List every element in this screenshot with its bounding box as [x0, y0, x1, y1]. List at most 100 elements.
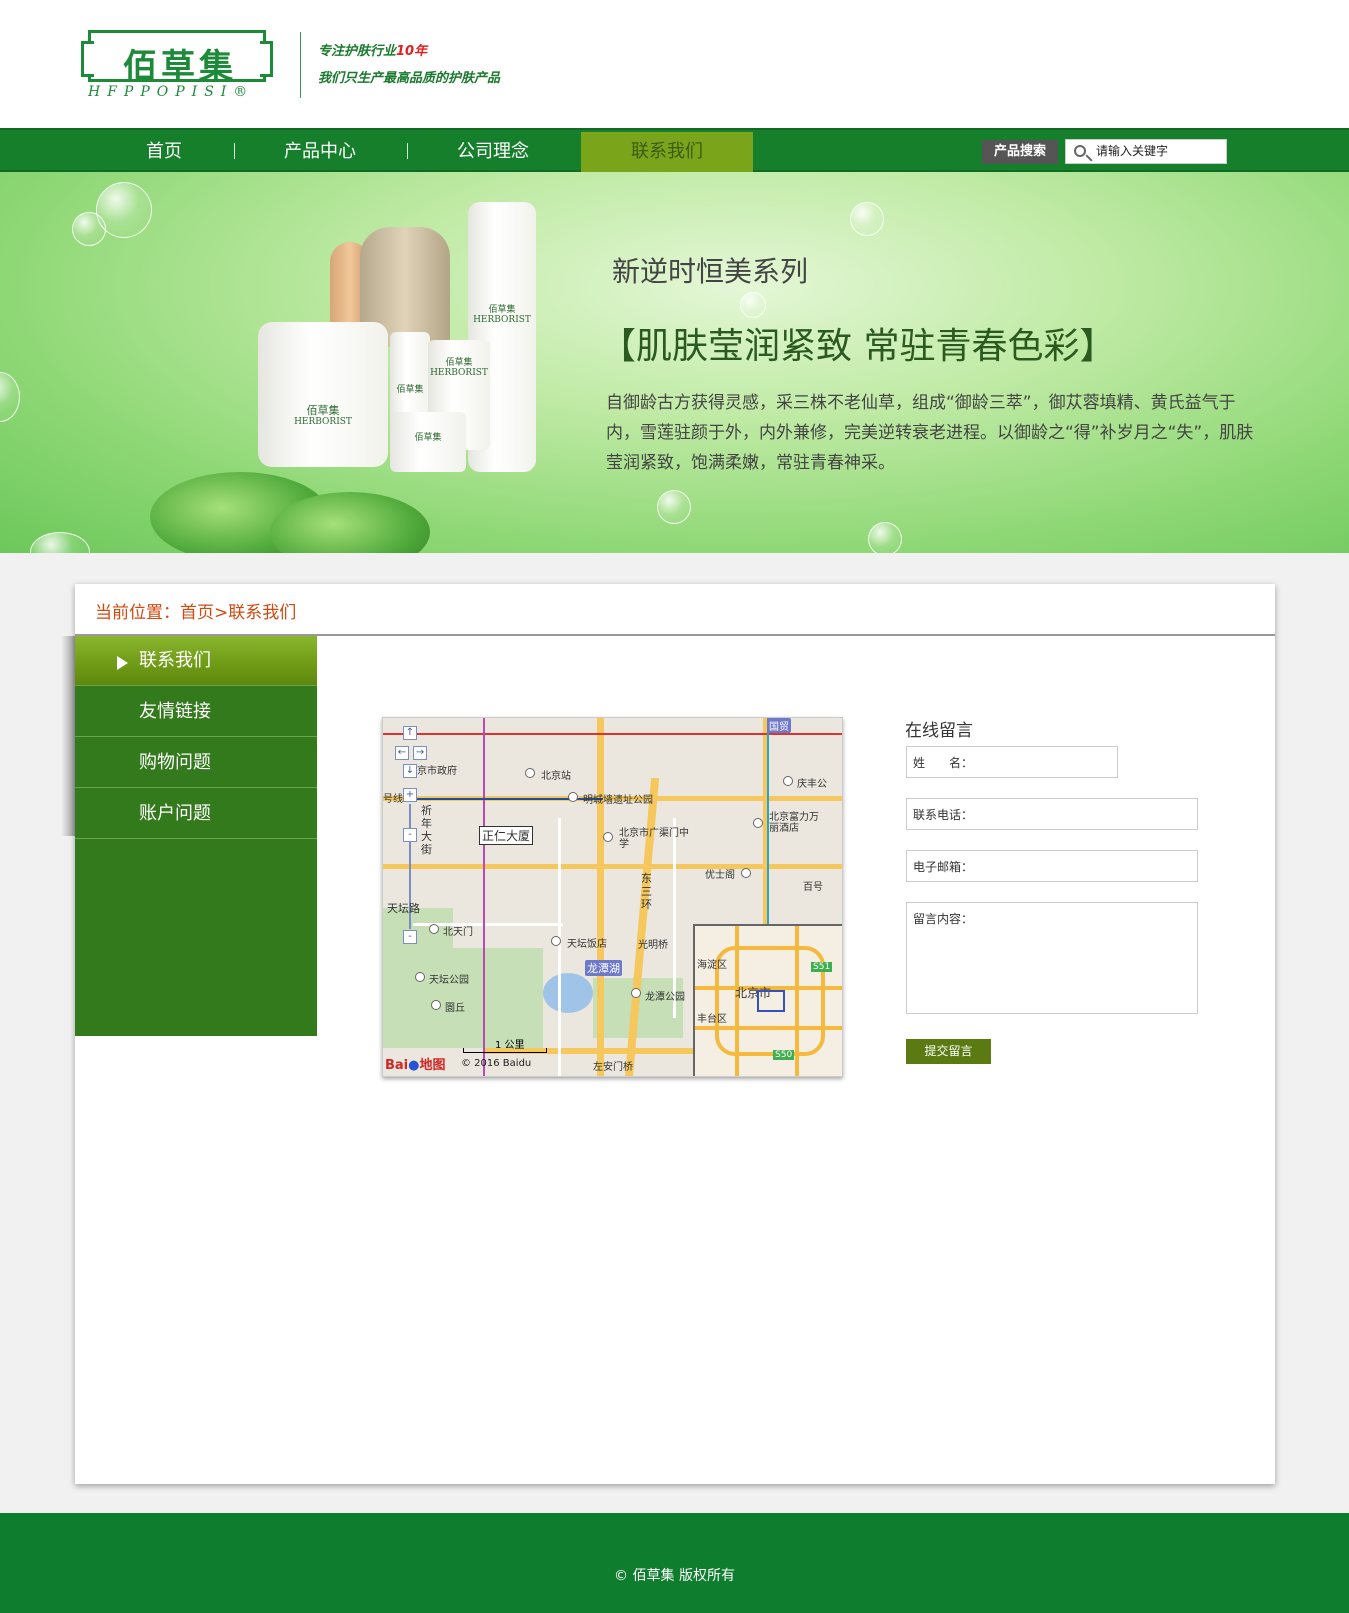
map-pan-left-button[interactable]: ← — [395, 746, 409, 760]
email-field[interactable]: 电子邮箱： — [906, 850, 1198, 882]
search-input[interactable]: 请输入关键字 — [1065, 139, 1227, 164]
sidebar-item-links[interactable]: 友情链接 — [75, 687, 317, 737]
map-label: 海淀区 — [697, 960, 727, 971]
map-scale-bar — [463, 1048, 547, 1053]
map-label: 北京市广渠门中学 — [619, 828, 689, 850]
poi-icon — [783, 776, 793, 786]
map-label: 国贸 — [767, 718, 791, 733]
map-overview[interactable]: 海淀区 北京市 丰台区 S51 S50 — [693, 924, 842, 1076]
bubble — [30, 532, 90, 553]
poi-icon — [431, 1000, 441, 1010]
map-label: 圜丘 — [445, 1003, 465, 1014]
map-label: 明城墙遗址公园 — [583, 795, 653, 806]
map-label: S51 — [811, 962, 833, 972]
map-road — [383, 864, 842, 869]
name-field[interactable]: 姓 名： — [906, 746, 1118, 778]
poi-icon — [741, 868, 751, 878]
cream-jar: 佰草集 HERBORIST — [258, 322, 388, 467]
map-label: 丰台区 — [697, 1014, 727, 1025]
map-lake — [543, 973, 593, 1013]
map-label: 天坛饭店 — [567, 939, 607, 950]
map-zoom-in-button[interactable]: + — [403, 788, 417, 802]
map-park — [453, 948, 543, 1048]
map-label: 号线 — [383, 794, 403, 805]
logo-subtext: HFPPOPISI® — [88, 84, 255, 100]
logo-text: 佰草集 — [123, 47, 237, 87]
sidebar: 联系我们 友情链接 购物问题 账户问题 — [75, 636, 317, 1036]
map-label: 光明桥 — [638, 940, 668, 951]
map-rail-line — [483, 718, 485, 1076]
map-label: 北天门 — [443, 927, 473, 938]
map-label: 百号 — [803, 882, 823, 893]
poi-icon — [631, 988, 641, 998]
bubble — [72, 212, 106, 246]
poi-icon — [753, 818, 763, 828]
logo-frame: 佰草集 — [81, 30, 273, 87]
map-label: 天坛公园 — [429, 975, 469, 986]
message-field[interactable]: 留言内容： — [906, 902, 1198, 1014]
name-label: 姓 名： — [913, 756, 974, 770]
map-label: 北京站 — [541, 771, 571, 782]
breadcrumb[interactable]: 当前位置：首页>联系我们 — [95, 598, 296, 623]
map-label-current: 正仁大厦 — [479, 826, 534, 845]
banner-description: 自御龄古方获得灵感，采三株不老仙草，组成“御龄三萃”，御苁蓉填精、黄氏益气于内，… — [606, 393, 1254, 473]
map-zoom-handle[interactable]: - — [403, 828, 417, 842]
arrow-right-icon — [117, 656, 128, 670]
footer-copyright: © 佰草集 版权所有 — [614, 1568, 735, 1584]
map-label: S50 — [773, 1050, 795, 1060]
email-label: 电子邮箱： — [913, 860, 974, 874]
map-label: 祈年大街 — [421, 804, 432, 856]
bubble — [868, 522, 902, 553]
header-divider — [300, 32, 301, 98]
slogan-line-2: 我们只生产最高品质的护肤产品 — [318, 71, 501, 86]
map-pan-down-button[interactable]: ↓ — [403, 764, 417, 778]
submit-button[interactable]: 提交留言 — [906, 1039, 991, 1064]
bubble — [657, 490, 691, 524]
bubble — [850, 202, 884, 236]
small-jar: 佰草集 — [390, 412, 466, 472]
map-label: 北京富力万丽酒店 — [769, 812, 819, 834]
map-label: 庆丰公 — [797, 779, 827, 790]
poi-icon — [415, 972, 425, 982]
bubble — [740, 292, 766, 318]
poi-icon — [568, 792, 578, 802]
baidu-paw-icon: ● — [408, 1058, 420, 1073]
nav-philosophy[interactable]: 公司理念 — [407, 132, 579, 172]
map-street — [558, 818, 561, 1076]
phone-field[interactable]: 联系电话： — [906, 798, 1198, 830]
sidebar-item-contact[interactable]: 联系我们 — [75, 636, 317, 686]
banner-headline: 【肌肤莹润紧致 常驻青春色彩】 — [600, 326, 1116, 367]
map-copyright: © 2016 Baidu — [461, 1058, 532, 1069]
map-zoom-out-button[interactable]: - — [403, 930, 417, 944]
map-viewport-indicator[interactable] — [757, 990, 785, 1012]
baidu-map[interactable]: ↑ ← → ↓ + - - 国贸 北京站 京市政府 号线 明城墙遗址公园 庆丰公… — [382, 717, 843, 1077]
banner-title: 新逆时恒美系列 — [612, 255, 809, 288]
poi-icon — [603, 832, 613, 842]
hero-banner: 佰草集 HERBORIST 佰草集 HERBORIST 佰草集 佰草集 HERB… — [0, 172, 1349, 553]
sidebar-item-shopping[interactable]: 购物问题 — [75, 738, 317, 788]
search-placeholder: 请输入关键字 — [1096, 144, 1169, 158]
search-button[interactable]: 产品搜索 — [982, 140, 1058, 164]
sidebar-item-account[interactable]: 账户问题 — [75, 789, 317, 839]
map-road — [597, 718, 604, 1076]
nav-products[interactable]: 产品中心 — [234, 132, 406, 172]
main-nav: 首页 产品中心 公司理念 联系我们 产品搜索 请输入关键字 — [0, 128, 1349, 172]
phone-label: 联系电话： — [913, 808, 974, 822]
search-icon — [1074, 145, 1086, 157]
poi-icon — [551, 936, 561, 946]
map-label: 龙潭湖 — [585, 960, 622, 976]
map-pan-right-button[interactable]: → — [413, 746, 427, 760]
form-title: 在线留言 — [905, 721, 973, 741]
slogan-highlight: 10年 — [396, 44, 428, 59]
slogan-line-1: 专注护肤行业10年 — [318, 44, 428, 59]
map-label: 东三环 — [641, 872, 652, 911]
nav-contact[interactable]: 联系我们 — [581, 132, 753, 172]
nav-home[interactable]: 首页 — [94, 132, 234, 172]
poi-icon — [525, 768, 535, 778]
bubble — [0, 372, 20, 422]
sidebar-shadow — [61, 636, 75, 836]
content-panel: 当前位置：首页>联系我们 联系我们 友情链接 购物问题 账户问题 ↑ ← → ↓… — [61, 584, 1275, 1484]
brand-logo[interactable]: 佰草集 HFPPOPISI® — [81, 26, 273, 104]
map-pan-up-button[interactable]: ↑ — [403, 726, 417, 740]
header: 佰草集 HFPPOPISI® 专注护肤行业10年 我们只生产最高品质的护肤产品 — [0, 0, 1349, 128]
